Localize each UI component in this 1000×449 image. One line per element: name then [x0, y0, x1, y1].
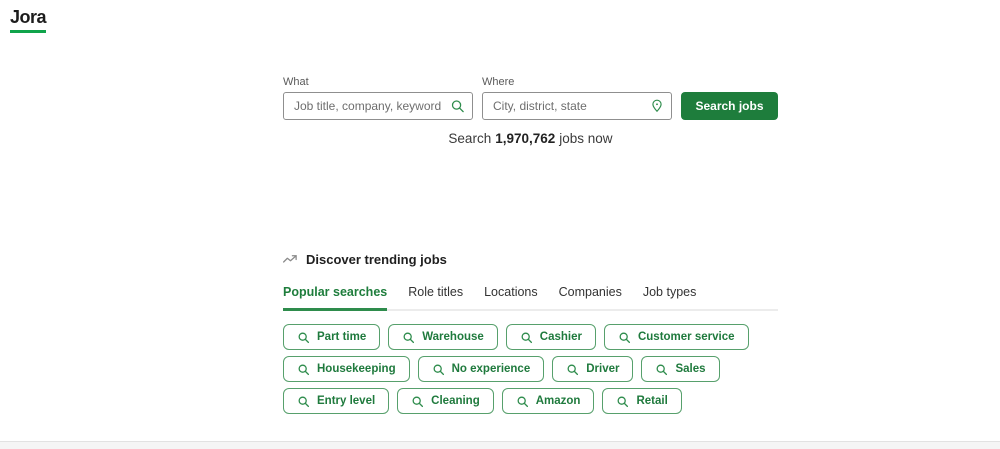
search-pill-button[interactable]: Cleaning: [397, 388, 494, 414]
search-pill-label: Retail: [636, 395, 668, 407]
trending-jobs-section: Discover trending jobs Popular searches …: [283, 252, 778, 414]
trending-tab[interactable]: Companies: [559, 285, 622, 311]
search-pill-button[interactable]: Amazon: [501, 388, 595, 414]
search-pill-label: Housekeeping: [317, 363, 396, 375]
location-pin-icon: [649, 99, 664, 114]
trending-tab[interactable]: Role titles: [408, 285, 463, 311]
search-pill-button[interactable]: Retail: [602, 388, 682, 414]
header: Jora: [10, 7, 47, 33]
search-pill-button[interactable]: Warehouse: [388, 324, 498, 350]
search-pill-button[interactable]: Entry level: [283, 388, 390, 414]
what-field-group: What: [283, 76, 473, 120]
search-pill-label: Sales: [675, 363, 706, 375]
search-icon: [450, 99, 465, 114]
search-pill-label: Customer service: [637, 331, 735, 343]
jobs-count-number: 1,970,762: [495, 131, 556, 146]
search-pill-button[interactable]: No experience: [417, 356, 545, 382]
what-label: What: [283, 76, 309, 88]
search-pill-label: Part time: [317, 331, 367, 343]
trending-tab[interactable]: Locations: [484, 285, 538, 311]
what-input-wrap: [283, 92, 473, 120]
search-pill-button[interactable]: Housekeeping: [283, 356, 410, 382]
search-pill-button[interactable]: Part time: [283, 324, 381, 350]
search-jobs-button[interactable]: Search jobs: [681, 92, 778, 120]
where-label: Where: [482, 76, 515, 88]
trending-heading-text: Discover trending jobs: [306, 252, 447, 267]
where-field-group: Where: [482, 76, 672, 120]
trending-up-icon: [283, 254, 298, 265]
search-form: What Where: [283, 76, 778, 120]
trending-tab[interactable]: Popular searches: [283, 285, 388, 311]
search-pill-label: Warehouse: [422, 331, 484, 343]
job-search-section: What Where: [283, 76, 778, 146]
search-pill-button[interactable]: Customer service: [603, 324, 749, 350]
jobs-count-line: Search 1,970,762 jobs now: [283, 131, 778, 146]
search-pill-button[interactable]: Cashier: [505, 324, 596, 350]
search-pill-label: Cashier: [539, 331, 582, 343]
location-search-input[interactable]: [482, 92, 672, 120]
footer-bar: [0, 441, 1000, 449]
search-pill-label: Cleaning: [431, 395, 480, 407]
jobs-count-suffix: jobs now: [559, 131, 613, 146]
jobs-count-prefix: Search: [448, 131, 492, 146]
popular-search-pills: Part time Warehouse Cashier Customer ser…: [283, 324, 778, 414]
trending-tabs: Popular searches Role titles Locations C…: [283, 285, 778, 311]
search-pill-label: Driver: [586, 363, 620, 375]
trending-tab[interactable]: Job types: [643, 285, 697, 311]
search-pill-label: No experience: [451, 363, 531, 375]
search-pill-label: Amazon: [535, 395, 581, 407]
search-pill-button[interactable]: Driver: [552, 356, 634, 382]
jora-logo[interactable]: Jora: [10, 7, 47, 33]
where-input-wrap: [482, 92, 672, 120]
search-pill-label: Entry level: [317, 395, 376, 407]
trending-heading: Discover trending jobs: [283, 252, 778, 267]
keyword-search-input[interactable]: [283, 92, 473, 120]
search-pill-button[interactable]: Sales: [641, 356, 720, 382]
